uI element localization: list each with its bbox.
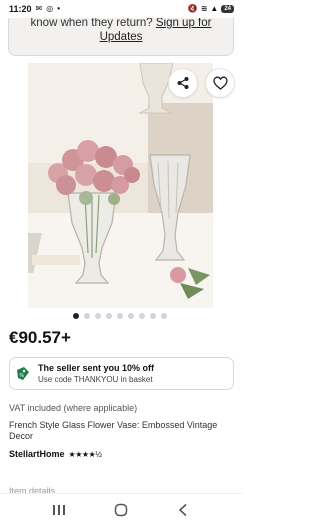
gallery-dot[interactable] bbox=[161, 313, 167, 319]
gallery-pagination bbox=[73, 313, 167, 319]
status-time: 11:20 bbox=[9, 4, 32, 14]
instagram-icon: ◎ bbox=[46, 4, 54, 13]
mute-icon: 🔇 bbox=[187, 4, 198, 13]
seller-name[interactable]: StellartHome bbox=[9, 449, 65, 459]
product-price: €90.57+ bbox=[9, 328, 71, 347]
back-button[interactable] bbox=[172, 501, 194, 519]
gallery-dot[interactable] bbox=[84, 313, 90, 319]
coupon-title: The seller sent you 10% off bbox=[38, 363, 155, 373]
coupon-tag-icon: % bbox=[17, 366, 29, 380]
home-button[interactable] bbox=[110, 501, 132, 519]
svg-text:%: % bbox=[20, 373, 25, 379]
gallery-dot[interactable] bbox=[73, 313, 79, 319]
gallery-dot[interactable] bbox=[95, 313, 101, 319]
signup-updates-link-cont[interactable]: Updates bbox=[9, 30, 233, 44]
seller-coupon-card[interactable]: % The seller sent you 10% off Use code T… bbox=[9, 357, 234, 390]
seller-rating-stars: ★★★★½ bbox=[68, 449, 102, 459]
recent-apps-button[interactable] bbox=[48, 501, 70, 519]
more-notifications-icon: • bbox=[57, 4, 61, 13]
gallery-dot[interactable] bbox=[128, 313, 134, 319]
system-navigation-bar bbox=[0, 493, 242, 525]
gallery-dot[interactable] bbox=[139, 313, 145, 319]
messenger-icon: ✉ bbox=[35, 4, 43, 13]
product-photo bbox=[28, 63, 213, 308]
signal-icon: ▲ bbox=[210, 4, 219, 13]
share-button[interactable] bbox=[168, 68, 198, 98]
back-icon bbox=[178, 503, 187, 516]
signup-updates-link[interactable]: Sign up for bbox=[156, 17, 212, 29]
heart-icon bbox=[212, 76, 228, 90]
share-icon bbox=[177, 77, 189, 89]
home-icon bbox=[114, 503, 128, 516]
gallery-dot[interactable] bbox=[117, 313, 123, 319]
product-image-gallery[interactable] bbox=[28, 63, 213, 308]
gallery-dot[interactable] bbox=[106, 313, 112, 319]
vat-note: VAT included (where applicable) bbox=[9, 403, 138, 413]
battery-indicator: 24 bbox=[221, 5, 234, 13]
banner-text: know when they return? bbox=[30, 17, 153, 29]
seller-row[interactable]: StellartHome ★★★★½ bbox=[9, 449, 102, 459]
status-left: 11:20 ✉ ◎ • bbox=[9, 4, 60, 14]
status-right: 🔇 ≋ ▲ 24 bbox=[188, 5, 234, 13]
recent-apps-icon bbox=[53, 504, 65, 515]
coupon-subtitle: Use code THANKYOU in basket bbox=[38, 375, 153, 384]
gallery-dot[interactable] bbox=[150, 313, 156, 319]
coupon-text: The seller sent you 10% off Use code THA… bbox=[38, 362, 154, 385]
product-title: French Style Glass Flower Vase: Embossed… bbox=[9, 420, 218, 441]
favourite-button[interactable] bbox=[205, 68, 235, 98]
status-bar: 11:20 ✉ ◎ • 🔇 ≋ ▲ 24 bbox=[0, 0, 242, 18]
wifi-icon: ≋ bbox=[200, 4, 208, 13]
